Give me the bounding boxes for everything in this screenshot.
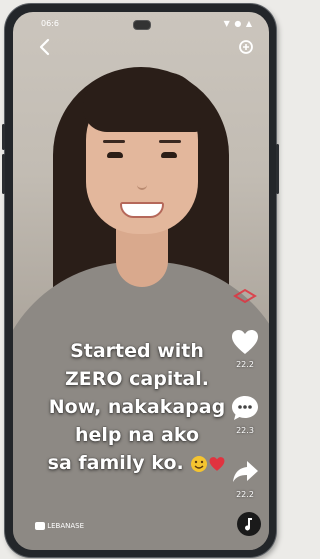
phone-frame: 06:6 ▼ ● ▲ 22.2 22.3 22.2 Started with Z… <box>2 4 279 557</box>
power-button <box>276 144 279 194</box>
caption-line: ZERO capital. <box>65 368 209 390</box>
music-disc-button[interactable] <box>237 512 261 536</box>
caption-line: sa family ko. <box>47 452 184 474</box>
right-eyebrow <box>159 140 181 143</box>
effect-button[interactable] <box>225 288 265 308</box>
chevron-left-icon <box>39 38 50 56</box>
camera-notch <box>133 20 151 30</box>
search-icon <box>239 40 253 54</box>
caption-line: help na ako <box>74 424 200 446</box>
smile-emoji-icon <box>191 455 208 472</box>
smile <box>120 202 164 218</box>
volume-down-button <box>2 154 5 194</box>
diamond-icon <box>233 288 257 304</box>
status-bar: 06:6 ▼ ● ▲ <box>13 18 269 32</box>
volume-button <box>2 124 5 150</box>
status-icons: ▼ ● ▲ <box>223 19 253 28</box>
share-count: 22.2 <box>236 490 254 499</box>
right-eye <box>161 152 177 158</box>
status-time: 06:6 <box>41 19 59 28</box>
back-button[interactable] <box>35 36 57 58</box>
video-caption: Started with ZERO capital. Now, nakakapa… <box>37 337 237 477</box>
creator-username[interactable]: LEBANASE <box>35 522 84 530</box>
left-eye <box>107 152 123 158</box>
caption-last-line: sa family ko. <box>37 449 237 477</box>
username-label: LEBANASE <box>47 522 85 530</box>
red-heart-emoji-icon <box>209 456 225 471</box>
video-screen[interactable]: 06:6 ▼ ● ▲ 22.2 22.3 22.2 Started with Z… <box>13 12 269 550</box>
caption-line: Now, nakakapag <box>48 396 226 418</box>
music-note-icon <box>238 513 260 535</box>
tiktok-logo-icon <box>35 522 45 530</box>
person-hair-top <box>83 72 201 132</box>
nose <box>137 170 147 190</box>
caption-line: Started with <box>70 340 204 362</box>
search-button[interactable] <box>235 36 257 58</box>
left-eyebrow <box>103 140 125 143</box>
